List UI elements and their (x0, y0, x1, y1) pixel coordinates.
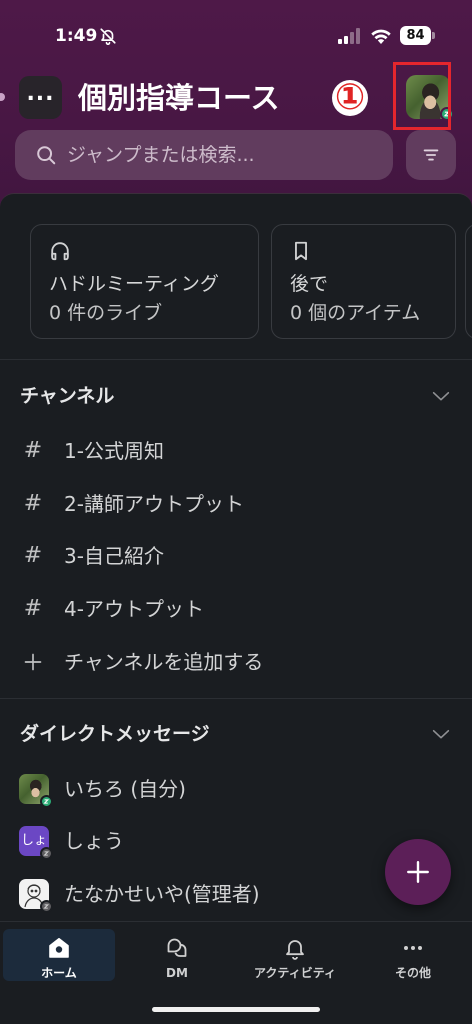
card-subtitle: 0 個のアイテム (290, 302, 421, 324)
compose-button[interactable] (385, 839, 451, 905)
chevron-down-icon[interactable] (430, 385, 452, 407)
bookmark-icon (295, 241, 307, 261)
search-input[interactable] (67, 130, 377, 180)
card-subtitle: 0 件のライブ (49, 302, 163, 324)
offscreen-card[interactable] (465, 224, 472, 339)
dm-label: たなかせいや(管理者) (64, 882, 260, 906)
tab-dm[interactable]: DM (118, 922, 236, 988)
dm-item[interactable]: いちろ (自分) (0, 763, 472, 815)
home-indicator[interactable] (152, 1007, 320, 1012)
headphones-icon (51, 242, 69, 261)
channel-item[interactable]: # 4-アウトプット (0, 583, 472, 635)
card-title: ハドルミーティング (49, 273, 219, 295)
channel-label: 1-公式周知 (64, 439, 164, 463)
tab-home[interactable]: ホーム (0, 922, 118, 988)
hash-icon: # (23, 543, 43, 568)
huddle-card[interactable]: ハドルミーティング 0 件のライブ (30, 224, 259, 339)
later-card[interactable]: 後で 0 個のアイテム (271, 224, 456, 339)
home-icon (49, 938, 69, 958)
dm-icon (167, 938, 187, 957)
channel-label: 4-アウトプット (64, 597, 204, 621)
channel-label: 3-自己紹介 (64, 544, 164, 568)
plus-icon (24, 653, 42, 671)
dm-header[interactable]: ダイレクトメッセージ (20, 719, 210, 749)
snooze-status-icon (40, 847, 53, 860)
search-icon (37, 146, 56, 165)
battery-tip (432, 32, 435, 39)
tab-label: DM (166, 966, 188, 980)
main-panel: ハドルミーティング 0 件のライブ 後で 0 個のアイテム チャンネル # 1-… (0, 193, 472, 1024)
channel-item[interactable]: # 1-公式周知 (0, 425, 472, 477)
channel-item[interactable]: # 2-講師アウトプット (0, 478, 472, 530)
divider (0, 698, 472, 699)
wifi-icon (371, 29, 391, 44)
snooze-status-icon (40, 900, 53, 913)
status-time: 1:49 (55, 26, 98, 46)
channel-label: 2-講師アウトプット (64, 492, 244, 516)
plus-icon (407, 861, 429, 883)
filter-button[interactable] (406, 130, 456, 180)
signal-icon (338, 28, 360, 44)
filter-icon (423, 149, 439, 161)
hash-icon: # (23, 596, 43, 621)
hash-icon: # (23, 438, 43, 463)
add-channel-button[interactable]: チャンネルを追加する (0, 636, 472, 688)
chevron-down-icon[interactable] (430, 723, 452, 745)
tab-label: その他 (394, 966, 431, 980)
more-icon (404, 946, 422, 950)
add-channel-label: チャンネルを追加する (64, 650, 264, 674)
hash-icon: # (23, 491, 43, 516)
bell-slash-icon (100, 28, 116, 45)
search-bar[interactable] (15, 130, 393, 180)
shortcut-cards: ハドルミーティング 0 件のライブ 後で 0 個のアイテム (0, 224, 472, 340)
tab-activity[interactable]: アクティビティ (236, 922, 354, 988)
annotation-highlight-box (393, 62, 451, 130)
battery-icon: 84 (400, 26, 431, 45)
bell-icon (286, 940, 304, 960)
annotation-marker: ① (332, 80, 368, 116)
workspace-title[interactable]: 個別指導コース (78, 79, 280, 117)
tab-label: アクティビティ (254, 966, 336, 980)
divider (0, 359, 472, 360)
tab-more[interactable]: その他 (354, 922, 472, 988)
channels-header[interactable]: チャンネル (20, 381, 114, 411)
dm-label: しょう (64, 829, 124, 853)
dm-label: いちろ (自分) (64, 777, 186, 801)
tab-label: ホーム (41, 966, 77, 980)
snooze-status-icon (40, 795, 53, 808)
channel-item[interactable]: # 3-自己紹介 (0, 530, 472, 582)
workspace-icon[interactable]: ... (19, 76, 62, 119)
card-title: 後で (290, 273, 329, 295)
